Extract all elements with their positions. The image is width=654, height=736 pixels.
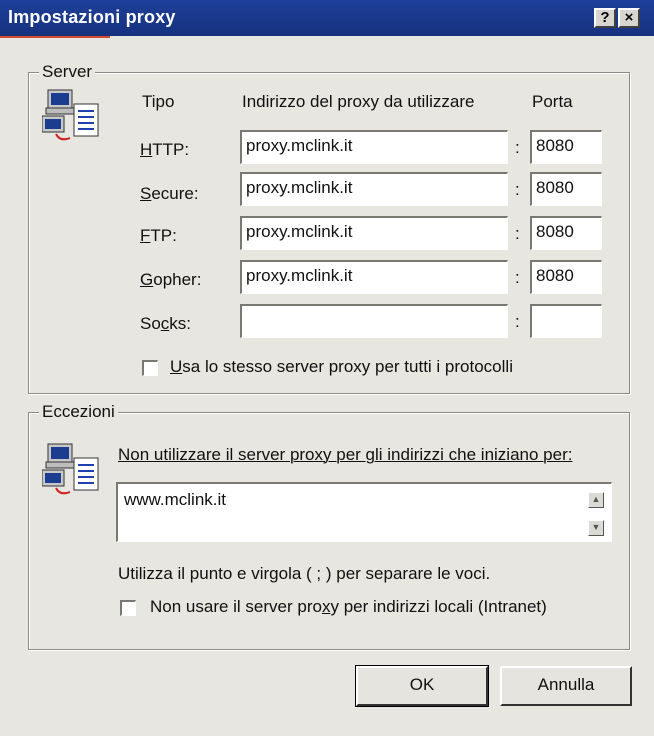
ftp-colon: : bbox=[515, 224, 520, 243]
ftp-label: FTP: bbox=[140, 226, 177, 245]
secure-port-input[interactable]: 8080 bbox=[530, 172, 602, 206]
network-computer-icon bbox=[42, 443, 99, 495]
gopher-colon: : bbox=[515, 268, 520, 287]
help-button[interactable]: ? bbox=[594, 8, 616, 28]
http-port-input[interactable]: 8080 bbox=[530, 130, 602, 164]
exceptions-hint: Utilizza il punto e virgola ( ; ) per se… bbox=[118, 564, 491, 583]
exceptions-textarea[interactable]: www.mclink.it bbox=[116, 482, 612, 542]
gopher-address-input[interactable]: proxy.mclink.it bbox=[240, 260, 508, 294]
cancel-button[interactable]: Annulla bbox=[500, 666, 632, 706]
socks-address-input[interactable] bbox=[240, 304, 508, 338]
col-address-header: Indirizzo del proxy da utilizzare bbox=[242, 92, 475, 111]
exceptions-value: www.mclink.it bbox=[124, 490, 227, 509]
gopher-label: Gopher: bbox=[140, 270, 202, 289]
close-button[interactable]: × bbox=[618, 8, 640, 28]
secure-label: Secure: bbox=[140, 184, 199, 203]
secure-colon: : bbox=[515, 180, 520, 199]
col-port-header: Porta bbox=[532, 92, 573, 111]
gopher-port-input[interactable]: 8080 bbox=[530, 260, 602, 294]
ok-button[interactable]: OK bbox=[355, 665, 489, 707]
same-server-label[interactable]: Usa lo stesso server proxy per tutti i p… bbox=[170, 357, 513, 377]
ftp-address-input[interactable]: proxy.mclink.it bbox=[240, 216, 508, 250]
local-bypass-checkbox[interactable] bbox=[120, 600, 136, 616]
http-address-input[interactable]: proxy.mclink.it bbox=[240, 130, 508, 164]
title-accent-line bbox=[0, 36, 110, 38]
exceptions-instruction: Non utilizzare il server proxy per gli i… bbox=[118, 445, 573, 464]
window-title: Impostazioni proxy bbox=[8, 7, 176, 27]
exceptions-group-title: Eccezioni bbox=[39, 402, 118, 422]
scroll-down-button[interactable]: ▼ bbox=[588, 520, 604, 536]
col-type-header: Tipo bbox=[142, 92, 175, 111]
title-bar[interactable]: Impostazioni proxy ? × bbox=[0, 0, 654, 36]
http-colon: : bbox=[515, 138, 520, 157]
scroll-up-button[interactable]: ▲ bbox=[588, 492, 604, 508]
secure-address-input[interactable]: proxy.mclink.it bbox=[240, 172, 508, 206]
socks-colon: : bbox=[515, 312, 520, 331]
socks-port-input[interactable] bbox=[530, 304, 602, 338]
same-server-checkbox[interactable] bbox=[142, 360, 158, 376]
socks-label: Socks: bbox=[140, 314, 192, 333]
local-bypass-label[interactable]: Non usare il server proxy per indirizzi … bbox=[150, 597, 547, 617]
ftp-port-input[interactable]: 8080 bbox=[530, 216, 602, 250]
http-label: HTTP: bbox=[140, 140, 190, 159]
server-group-title: Server bbox=[39, 62, 96, 82]
network-computer-icon bbox=[42, 89, 99, 141]
